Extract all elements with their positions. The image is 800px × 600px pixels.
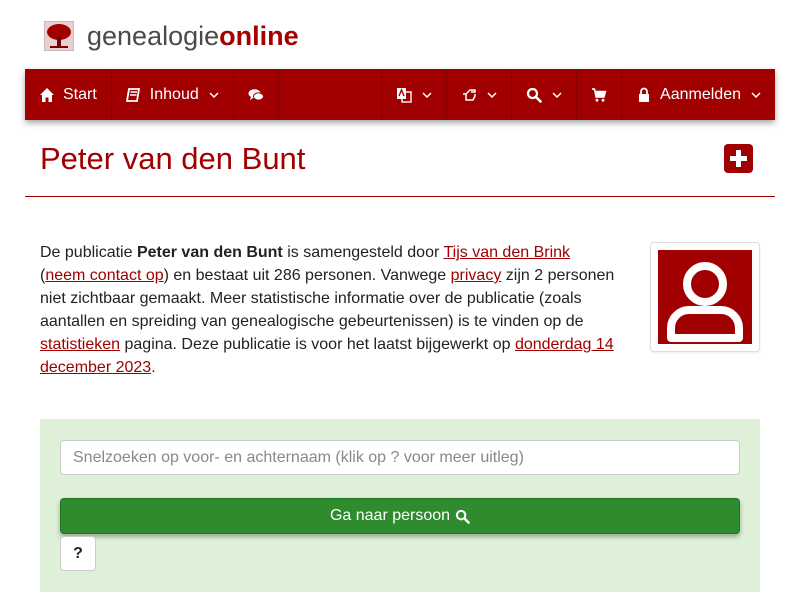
page-title: Peter van den Bunt <box>40 141 306 176</box>
privacy-link[interactable]: privacy <box>451 267 502 284</box>
main-navbar: Start Inhoud Aanmelden <box>25 69 775 120</box>
statistics-link[interactable]: statistieken <box>40 336 120 353</box>
chevron-down-icon <box>209 91 219 98</box>
nav-search[interactable] <box>512 69 578 120</box>
header-divider <box>25 196 775 197</box>
add-plus-button[interactable] <box>724 144 753 173</box>
quick-search-panel: Ga naar persoon ? <box>40 419 760 592</box>
logo-text: genealogieonline <box>87 21 299 51</box>
chevron-down-icon <box>751 91 761 98</box>
book-icon <box>125 87 140 102</box>
nav-inhoud-label: Inhoud <box>149 85 199 103</box>
go-to-person-button[interactable]: Ga naar persoon <box>60 498 740 534</box>
tree-logo-icon <box>44 21 74 51</box>
hand-pointer-icon <box>463 88 476 101</box>
nav-spacer <box>279 69 383 120</box>
contact-link[interactable]: neem contact op <box>45 267 163 284</box>
user-icon <box>667 262 743 342</box>
nav-inhoud[interactable]: Inhoud <box>112 69 234 120</box>
nav-share[interactable] <box>447 69 513 120</box>
nav-forum[interactable] <box>234 69 279 120</box>
search-help-button[interactable]: ? <box>60 536 96 571</box>
chevron-down-icon <box>487 91 497 98</box>
publication-description: De publicatie Peter van den Bunt is same… <box>40 244 615 376</box>
avatar <box>650 242 760 352</box>
nav-start-label: Start <box>63 85 97 103</box>
nav-login[interactable]: Aanmelden <box>622 69 775 120</box>
go-to-person-label: Ga naar persoon <box>329 507 451 524</box>
site-logo[interactable]: genealogieonline <box>44 18 299 54</box>
chevron-down-icon <box>552 91 562 98</box>
comments-icon <box>248 88 264 101</box>
quick-search-input[interactable] <box>60 440 740 475</box>
lock-icon <box>639 87 650 102</box>
home-icon <box>40 87 54 102</box>
search-icon <box>526 87 542 103</box>
nav-login-label: Aanmelden <box>660 85 741 103</box>
nav-cart[interactable] <box>577 69 623 120</box>
nav-language[interactable] <box>382 69 448 120</box>
chevron-down-icon <box>422 91 432 98</box>
search-icon <box>455 509 470 524</box>
shopping-cart-icon <box>592 87 607 102</box>
avatar-background <box>658 250 752 344</box>
nav-start[interactable]: Start <box>25 69 112 120</box>
publication-name: Peter van den Bunt <box>136 244 283 261</box>
author-link[interactable]: Tijs van den Brink <box>443 244 570 261</box>
language-icon <box>397 87 412 103</box>
